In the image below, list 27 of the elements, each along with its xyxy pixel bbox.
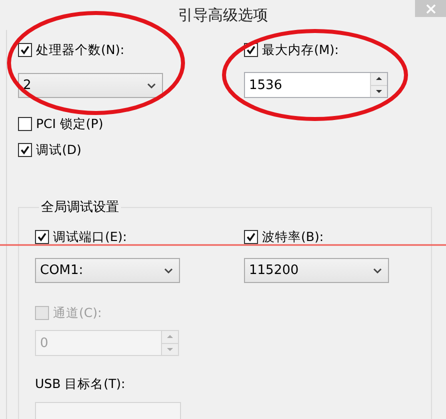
- window-title: 引导高级选项: [178, 6, 268, 24]
- chevron-down-icon: [147, 82, 156, 88]
- checkbox[interactable]: [35, 230, 49, 244]
- dropdown[interactable]: 115200: [244, 258, 389, 283]
- checkbox[interactable]: [18, 117, 32, 131]
- checkbox-label: 调试(D): [36, 142, 82, 158]
- checkbox-label: PCI 锁定(P): [36, 116, 104, 132]
- group-title: 全局调试设置: [40, 199, 120, 216]
- checkbox-label: 调试端口(E):: [53, 228, 127, 246]
- up-arrow-icon: [375, 76, 383, 82]
- close-icon: [426, 4, 436, 14]
- dropdown[interactable]: 2: [18, 73, 163, 98]
- checkbox-label: 波特率(B):: [262, 228, 324, 246]
- checkbox-label: 通道(C):: [53, 304, 102, 322]
- down-arrow-icon: [166, 346, 174, 352]
- checkbox[interactable]: [18, 143, 32, 157]
- checkbox-label: 处理器个数(N):: [36, 42, 124, 58]
- down-arrow-icon: [375, 88, 383, 94]
- chevron-down-icon: [373, 268, 382, 274]
- checkbox[interactable]: [18, 43, 32, 57]
- field-label: USB 目标名(T):: [35, 376, 126, 393]
- chevron-down-icon: [164, 268, 173, 274]
- up-arrow-icon: [166, 334, 174, 340]
- checkbox[interactable]: [244, 230, 258, 244]
- spin-field[interactable]: 1536: [244, 72, 388, 98]
- dropdown[interactable]: COM1:: [35, 258, 180, 283]
- checkbox-label: 最大内存(M):: [262, 42, 339, 58]
